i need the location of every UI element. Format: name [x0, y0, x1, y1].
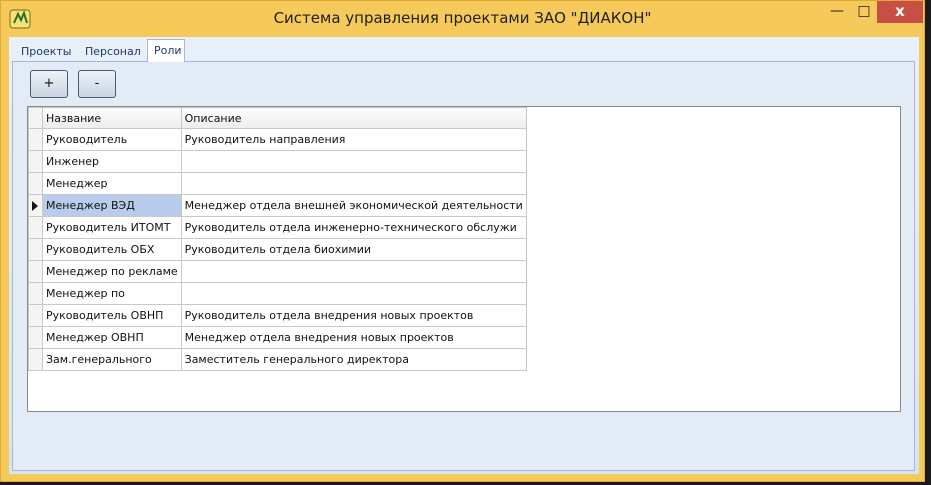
tab-projects[interactable]: Проекты [15, 42, 77, 61]
cell-name[interactable]: Менеджер [42, 172, 182, 195]
table-row[interactable]: Менеджер ОВНП Менеджер отдела внедрения н… [28, 326, 527, 349]
minimize-button[interactable]: — [823, 1, 851, 23]
cell-description[interactable] [180, 282, 527, 305]
cell-name[interactable]: Менеджер ВЭД [42, 194, 182, 217]
current-row-arrow-icon [32, 200, 38, 211]
grid-body: Руководитель Руководитель направления Инже… [28, 128, 527, 371]
close-button[interactable]: x [877, 1, 923, 23]
add-role-button[interactable]: + [30, 70, 68, 98]
cell-name[interactable]: Руководитель ИТОМТ [42, 216, 182, 239]
cell-name[interactable]: Менеджер ОВНП [42, 326, 182, 349]
table-row[interactable]: Руководитель ОВНП Руководитель отдела вне… [28, 304, 527, 327]
remove-role-button[interactable]: - [78, 70, 116, 98]
roles-grid[interactable]: Название Описание Руководитель Руководите… [27, 106, 901, 412]
row-header[interactable] [28, 326, 43, 349]
row-header[interactable] [28, 348, 43, 371]
row-header[interactable] [28, 282, 43, 305]
cell-name[interactable]: Менеджер по рекламе [42, 260, 182, 283]
cell-description[interactable] [180, 150, 527, 173]
title-bar[interactable]: Система управления проектами ЗАО "ДИАКОН… [1, 1, 924, 37]
cell-name[interactable]: Руководитель [42, 128, 182, 151]
cell-name[interactable]: Руководитель ОБХ [42, 238, 182, 261]
row-header[interactable] [28, 238, 43, 261]
roles-table: Название Описание Руководитель Руководите… [28, 107, 527, 371]
client-area: Проекты Персонал Роли + - Название Описа… [9, 37, 919, 474]
row-header[interactable] [28, 150, 43, 173]
table-row[interactable]: Зам.генерального Заместитель генерального… [28, 348, 527, 371]
row-header[interactable] [28, 172, 43, 195]
cell-description[interactable]: Руководитель отдела инженерно-техническо… [180, 216, 527, 239]
table-row[interactable]: Менеджер по рекламе [28, 260, 527, 283]
cell-name[interactable]: Руководитель ОВНП [42, 304, 182, 327]
header-row: Название Описание [28, 107, 527, 129]
cell-name[interactable]: Зам.генерального [42, 348, 182, 371]
roles-tab-panel: + - Название Описание Руководитель Руково… [12, 61, 915, 471]
cell-description[interactable]: Менеджер отдела внешней экономической де… [180, 194, 527, 217]
row-header[interactable] [28, 260, 43, 283]
tab-staff[interactable]: Персонал [79, 42, 143, 61]
cell-description[interactable]: Заместитель генерального директора [180, 348, 527, 371]
cell-name[interactable]: Инженер [42, 150, 182, 173]
cell-name[interactable]: Менеджер по [42, 282, 182, 305]
table-row[interactable]: Инженер [28, 150, 527, 173]
cell-description[interactable]: Менеджер отдела внедрения новых проектов [180, 326, 527, 349]
table-row[interactable]: Менеджер [28, 172, 527, 195]
table-row[interactable]: Руководитель ОБХ Руководитель отдела биох… [28, 238, 527, 261]
tab-roles[interactable]: Роли [147, 39, 185, 62]
table-row[interactable]: Руководитель ИТОМТ Руководитель отдела ин… [28, 216, 527, 239]
cell-description[interactable]: Руководитель направления [180, 128, 527, 151]
table-row[interactable]: Менеджер ВЭД Менеджер отдела внешней экон… [28, 194, 527, 217]
row-header-corner [28, 107, 43, 129]
row-header[interactable] [28, 304, 43, 327]
row-header[interactable] [28, 216, 43, 239]
app-window: Система управления проектами ЗАО "ДИАКОН… [0, 0, 925, 482]
cell-description[interactable]: Руководитель отдела биохимии [180, 238, 527, 261]
row-header[interactable] [28, 194, 43, 217]
row-header[interactable] [28, 128, 43, 151]
maximize-button[interactable]: □ [851, 1, 877, 23]
cell-description[interactable]: Руководитель отдела внедрения новых прое… [180, 304, 527, 327]
cell-description[interactable] [180, 172, 527, 195]
column-header-name[interactable]: Название [42, 107, 182, 129]
table-row[interactable]: Руководитель Руководитель направления [28, 128, 527, 151]
cell-description[interactable] [180, 260, 527, 283]
column-header-description[interactable]: Описание [180, 107, 527, 129]
table-row[interactable]: Менеджер по [28, 282, 527, 305]
window-title: Система управления проектами ЗАО "ДИАКОН… [273, 9, 652, 27]
